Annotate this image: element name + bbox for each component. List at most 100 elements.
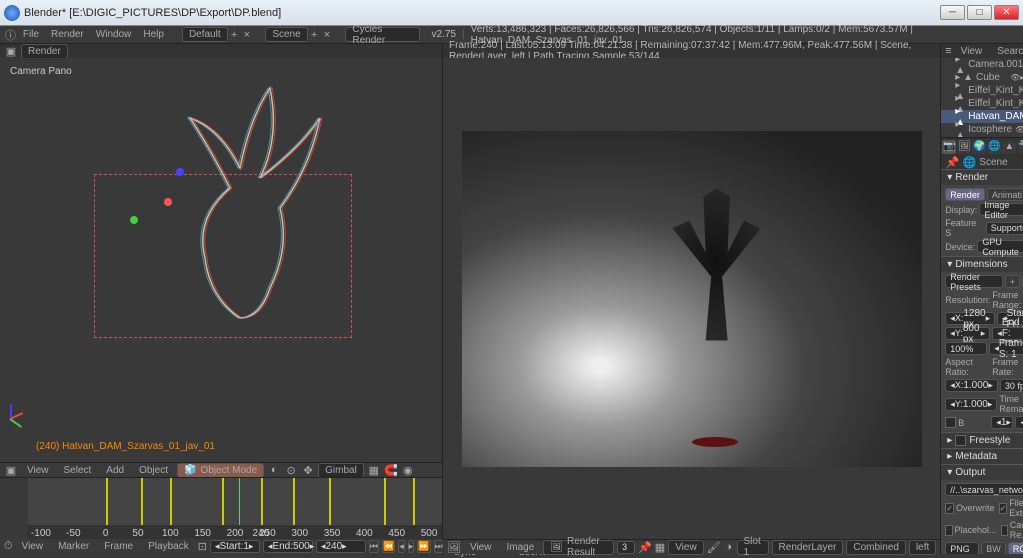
- aspect-y-field[interactable]: ◂Y: 1.000▸: [945, 398, 997, 411]
- object-menu[interactable]: Object: [133, 465, 174, 476]
- visibility-icon[interactable]: 👁: [1010, 73, 1019, 82]
- start-frame-field[interactable]: ◂Start: 1▸: [210, 540, 260, 553]
- timeline-marker[interactable]: [261, 478, 263, 526]
- view-menu[interactable]: View: [21, 465, 55, 476]
- file-menu[interactable]: File: [17, 29, 45, 40]
- output-path-field[interactable]: //..\szarvas_network\szarv...: [945, 483, 1023, 496]
- freestyle-check[interactable]: [955, 435, 966, 446]
- img-viewmode-dropdown[interactable]: View: [668, 540, 704, 555]
- outliner-item[interactable]: ▸ ▲ Cube👁▸📷: [941, 71, 1023, 84]
- select-menu[interactable]: Select: [58, 465, 98, 476]
- add-preset-button[interactable]: +: [1005, 275, 1020, 288]
- output-header[interactable]: ▾ Output: [941, 464, 1023, 480]
- timeline-marker[interactable]: [413, 478, 415, 526]
- timeline-marker[interactable]: [384, 478, 386, 526]
- render-panel-header[interactable]: ▾ Render: [941, 169, 1023, 185]
- mode-dropdown[interactable]: 🧊 Object Mode: [177, 463, 264, 478]
- manipulator-icon[interactable]: ✥: [301, 463, 315, 477]
- render-tab[interactable]: 📷: [942, 140, 956, 154]
- layout-dropdown[interactable]: Default: [182, 27, 228, 42]
- res-pct-field[interactable]: 100%: [945, 342, 987, 355]
- feature-dropdown[interactable]: Supported: [986, 222, 1023, 235]
- timeline-marker[interactable]: [293, 478, 295, 526]
- play-reverse-button[interactable]: ◂: [398, 540, 405, 553]
- outliner-panel[interactable]: ▸ ▲ Camera.001👁▸📷▸ ▲ Cube👁▸📷▸ ▲ Eiffel_K…: [941, 58, 1023, 138]
- layers-tab[interactable]: 🖼: [957, 140, 971, 154]
- object-tab[interactable]: ▲: [1002, 140, 1016, 154]
- bw-button[interactable]: BW: [981, 542, 1006, 554]
- render-menu[interactable]: Render: [45, 29, 90, 40]
- add-menu[interactable]: Add: [100, 465, 130, 476]
- remap-new[interactable]: ◂10▸: [1015, 416, 1023, 429]
- scene-mesh[interactable]: [90, 68, 370, 368]
- freestyle-header[interactable]: ▸ Freestyle: [941, 432, 1023, 448]
- tl-marker-menu[interactable]: Marker: [52, 541, 95, 552]
- ol-view-menu[interactable]: View: [955, 46, 989, 57]
- 3d-viewport[interactable]: Camera Pano (240) Hatvan_DAM_Szarvas_01_…: [0, 58, 442, 462]
- channels-icon[interactable]: ▦: [655, 540, 665, 554]
- ol-search-menu[interactable]: Search: [991, 46, 1023, 57]
- end-frame-field[interactable]: ◂End: 500▸: [263, 540, 313, 553]
- world-tab[interactable]: 🌐: [987, 140, 1001, 154]
- outliner-item[interactable]: ▸ ▲ Eiffel_Kint_Ked👁▸📷: [941, 84, 1023, 97]
- editor-type-icon[interactable]: ▣: [4, 463, 18, 477]
- minimize-button[interactable]: ─: [940, 5, 965, 20]
- gizmo-z-icon[interactable]: [176, 168, 184, 176]
- display-dropdown[interactable]: Image Editor: [979, 203, 1023, 216]
- shading-icon[interactable]: ◐: [267, 463, 281, 477]
- gizmo-x-icon[interactable]: [164, 198, 172, 206]
- keyframe-next-button[interactable]: ⏩: [417, 540, 430, 553]
- current-frame-field[interactable]: ◂240▸: [316, 540, 366, 553]
- placeholder-check[interactable]: [945, 525, 952, 536]
- gizmo-y-icon[interactable]: [130, 216, 138, 224]
- pin-scene-icon[interactable]: 📌: [945, 155, 959, 169]
- outliner-item[interactable]: ▸ ▲ Hatvan_DAM_S👁▸📷: [941, 110, 1023, 123]
- proportional-icon[interactable]: ◉: [401, 463, 415, 477]
- pin-icon[interactable]: 📌: [638, 540, 652, 554]
- timeline-marker[interactable]: [170, 478, 172, 526]
- outliner-item[interactable]: ▸ ▲ Eiffel_Kint_Ked👁▸📷: [941, 97, 1023, 110]
- engine-dropdown[interactable]: Cycles Render: [345, 27, 419, 42]
- border-check[interactable]: [945, 417, 956, 428]
- viewport-editor-icon[interactable]: ▣: [4, 44, 18, 58]
- maximize-button[interactable]: □: [967, 5, 992, 20]
- play-button[interactable]: ▸: [408, 540, 415, 553]
- outliner-item[interactable]: ▸ ▲ Icosphere👁▸📷: [941, 123, 1023, 136]
- range-icon[interactable]: ⊡: [198, 540, 207, 554]
- tl-frame-menu[interactable]: Frame: [98, 541, 139, 552]
- snap-icon[interactable]: 🧲: [384, 463, 398, 477]
- device-dropdown[interactable]: GPU Compute: [977, 240, 1023, 253]
- add-scene-button[interactable]: +: [308, 28, 321, 42]
- window-menu[interactable]: Window: [90, 29, 138, 40]
- remap-old[interactable]: ◂1▸: [991, 416, 1013, 429]
- scene-dropdown[interactable]: Scene: [265, 27, 307, 42]
- dimensions-header[interactable]: ▾ Dimensions: [941, 256, 1023, 272]
- jump-start-button[interactable]: ⏮: [369, 540, 379, 553]
- image-editor-icon[interactable]: 🖼: [447, 540, 461, 554]
- slot-dropdown[interactable]: Slot 1: [737, 540, 769, 555]
- image-result-dropdown[interactable]: 🖼 Render Result: [543, 540, 614, 555]
- outliner-item[interactable]: ▸ ▲ Camera.001👁▸📷: [941, 58, 1023, 71]
- info-icon[interactable]: ⓘ: [4, 28, 17, 42]
- del-scene-button[interactable]: ×: [321, 28, 334, 42]
- image-viewer[interactable]: [443, 58, 940, 539]
- cache-check[interactable]: [1001, 525, 1008, 536]
- metadata-header[interactable]: ▸ Metadata: [941, 448, 1023, 464]
- overwrite-check[interactable]: ✓: [945, 503, 954, 514]
- timeline-marker[interactable]: [222, 478, 224, 526]
- playhead[interactable]: [239, 478, 240, 525]
- rgb-button[interactable]: RGB: [1008, 542, 1023, 554]
- render-presets-dropdown[interactable]: Render Presets: [945, 275, 1002, 288]
- eye-dropdown[interactable]: left: [909, 540, 936, 555]
- add-layout-button[interactable]: +: [228, 28, 241, 42]
- img-view-menu[interactable]: View: [464, 542, 498, 553]
- tl-view-menu[interactable]: View: [16, 541, 50, 552]
- fps-dropdown[interactable]: 30 fps: [1000, 379, 1023, 392]
- format-dropdown[interactable]: PNG: [945, 542, 979, 554]
- render-slot[interactable]: Render: [21, 44, 68, 59]
- mask-icon[interactable]: ◑: [724, 540, 734, 554]
- keyframe-prev-button[interactable]: ⏪: [382, 540, 395, 553]
- scene-tab[interactable]: 🌍: [972, 140, 986, 154]
- modifier-tab[interactable]: 🔧: [1017, 140, 1023, 154]
- renderlayer-dropdown[interactable]: RenderLayer: [772, 540, 844, 555]
